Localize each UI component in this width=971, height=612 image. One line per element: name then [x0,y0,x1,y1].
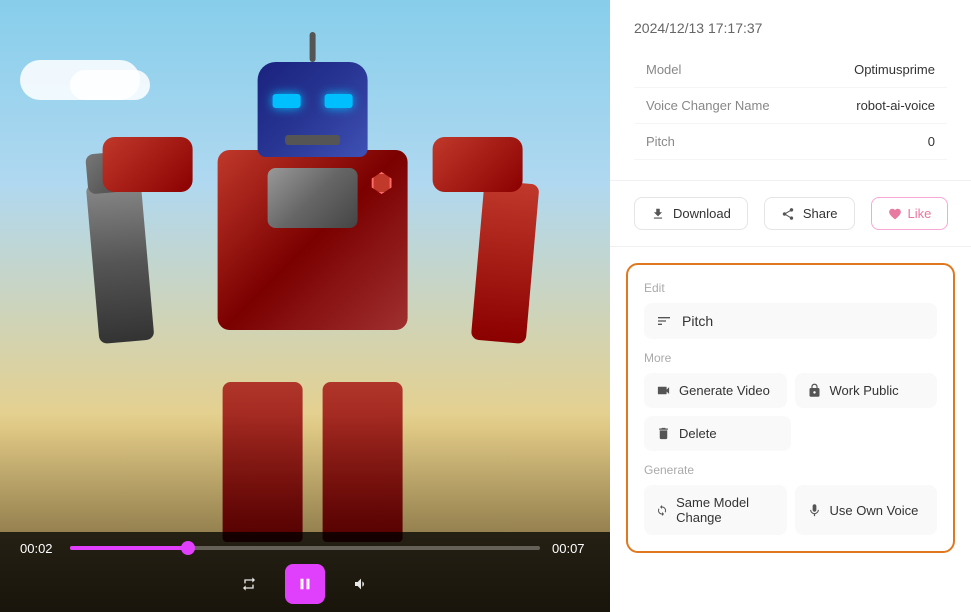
info-table: Model Optimusprime Voice Changer Name ro… [634,52,947,160]
autobot-logo [372,172,392,194]
same-model-change-item[interactable]: Same Model Change [644,485,787,535]
progress-row: 00:02 00:07 [20,541,590,556]
buttons-row [20,564,590,604]
info-row-value: robot-ai-voice [806,88,947,124]
progress-thumb [181,541,195,555]
actions-row: Download Share Like [610,181,971,247]
more-label: More [644,351,937,365]
info-row: Pitch 0 [634,124,947,160]
generate-video-label: Generate Video [679,383,770,398]
robot-head [258,62,368,157]
edit-label: Edit [644,281,937,295]
like-label: Like [908,206,932,221]
info-row-value: 0 [806,124,947,160]
generate-label: Generate [644,463,937,477]
pause-button[interactable] [285,564,325,604]
use-own-voice-label: Use Own Voice [830,503,919,518]
share-button[interactable]: Share [764,197,855,230]
video-thumbnail [0,0,610,612]
robot-eye-right [325,94,353,108]
generate-subsection: Generate Same Model Change Use Own Voice [644,463,937,535]
same-model-change-label: Same Model Change [676,495,774,525]
volume-button[interactable] [349,572,373,596]
info-row-label: Pitch [634,124,806,160]
pause-icon [296,575,314,593]
repeat-icon [241,576,257,592]
like-button[interactable]: Like [871,197,949,230]
info-row: Voice Changer Name robot-ai-voice [634,88,947,124]
delete-item[interactable]: Delete [644,416,791,451]
download-icon [651,207,665,221]
pitch-label: Pitch [682,313,713,329]
use-own-voice-item[interactable]: Use Own Voice [795,485,938,535]
robot-torso [218,150,408,330]
video-panel: 00:02 00:07 [0,0,610,612]
robot-shoulder-left [103,137,193,192]
current-time: 00:02 [20,541,58,556]
generate-grid: Same Model Change Use Own Voice [644,485,937,535]
lock-icon [807,383,822,398]
info-row-label: Model [634,52,806,88]
microphone-icon [807,503,822,518]
share-icon [781,207,795,221]
info-row-label: Voice Changer Name [634,88,806,124]
download-button[interactable]: Download [634,197,748,230]
edit-subsection: Edit Pitch [644,281,937,339]
robot-chest-detail [268,168,358,228]
volume-icon [353,576,369,592]
robot-eye-left [273,94,301,108]
model-change-icon [656,503,668,518]
controls-bar: 00:02 00:07 [0,532,610,612]
delete-icon [656,426,671,441]
more-grid: Generate Video Work Public [644,373,937,408]
total-time: 00:07 [552,541,590,556]
edit-more-generate-section: Edit Pitch More Generate Video [626,263,955,553]
right-panel: 2024/12/13 17:17:37 Model Optimusprime V… [610,0,971,612]
robot-antenna [310,32,316,62]
timestamp: 2024/12/13 17:17:37 [634,20,947,36]
pitch-item[interactable]: Pitch [644,303,937,339]
robot-shoulder-right [433,137,523,192]
delete-label: Delete [679,426,717,441]
share-label: Share [803,206,838,221]
info-row: Model Optimusprime [634,52,947,88]
progress-track[interactable] [70,546,540,550]
work-public-label: Work Public [830,383,899,398]
info-section: 2024/12/13 17:17:37 Model Optimusprime V… [610,0,971,181]
heart-icon [888,207,902,221]
info-row-value: Optimusprime [806,52,947,88]
work-public-item[interactable]: Work Public [795,373,938,408]
video-icon [656,383,671,398]
robot-mouth [285,135,340,145]
repeat-button[interactable] [237,572,261,596]
pitch-icon [656,313,672,329]
download-label: Download [673,206,731,221]
progress-fill [70,546,188,550]
generate-video-item[interactable]: Generate Video [644,373,787,408]
more-subsection: More Generate Video Work Public [644,351,937,451]
